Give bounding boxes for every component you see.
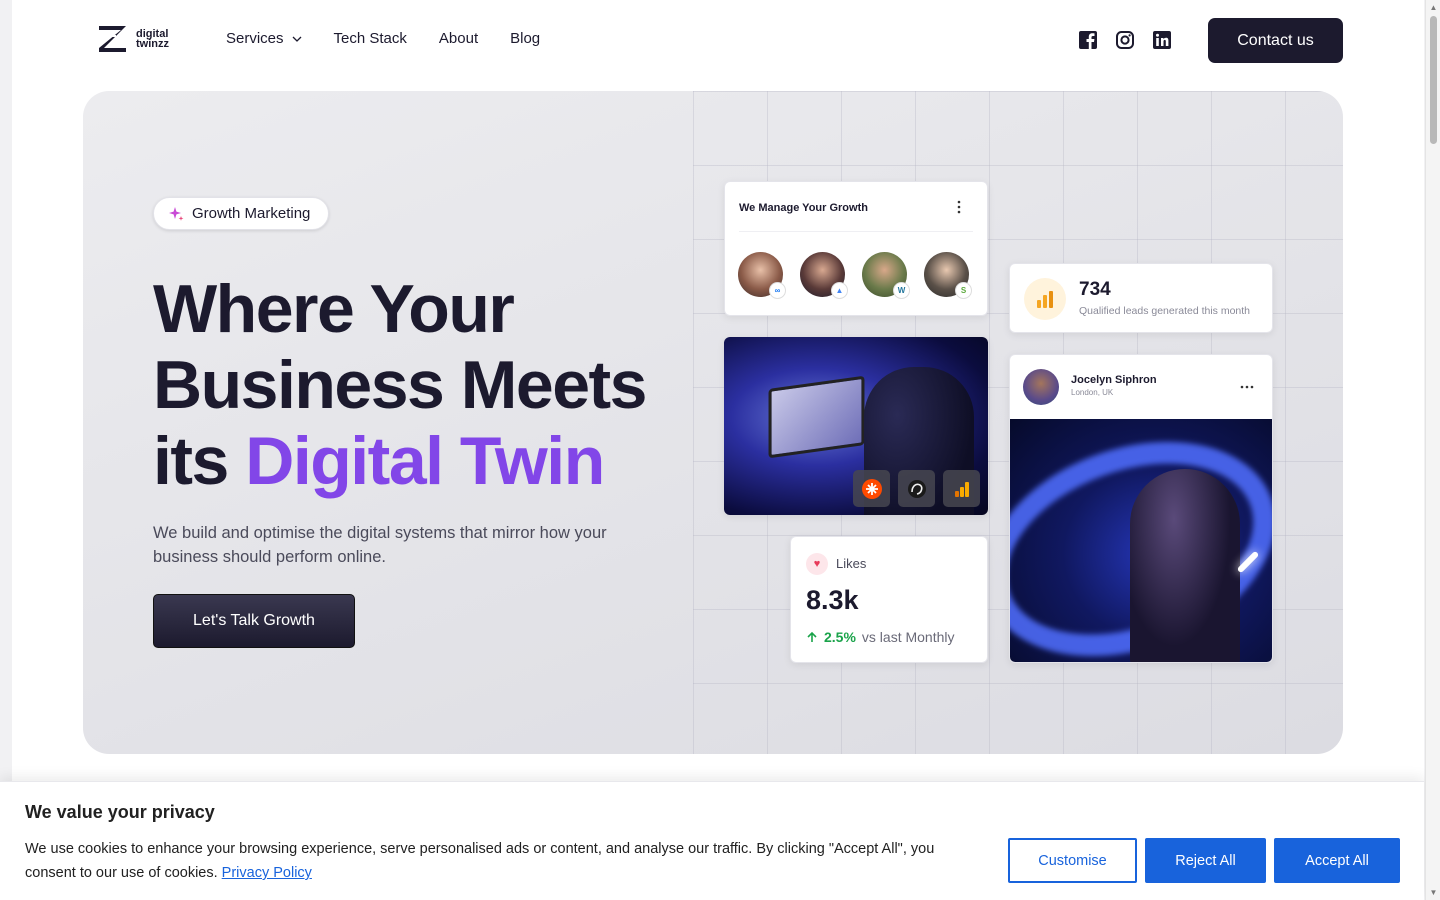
sparkle-icon [169, 206, 184, 221]
instagram-icon[interactable] [1115, 30, 1135, 50]
cookie-text: We use cookies to enhance your browsing … [25, 837, 985, 885]
linkedin-icon[interactable] [1152, 30, 1172, 50]
google-analytics-icon [943, 470, 980, 507]
facebook-icon[interactable] [1078, 30, 1098, 50]
leads-label: Qualified leads generated this month [1079, 305, 1251, 317]
leads-card: 734 Qualified leads generated this month [1009, 263, 1273, 333]
main-nav: Services Tech Stack About Blog [226, 30, 540, 47]
hero-headline: Where Your Business Meets its Digital Tw… [153, 271, 713, 499]
manage-growth-card: We Manage Your Growth ∞ ▲ W S [724, 181, 988, 316]
workspace-photo-card [724, 337, 988, 515]
contact-us-button[interactable]: Contact us [1208, 18, 1343, 63]
headline-accent: Digital Twin [245, 423, 605, 499]
logo-text: digital twinzz [136, 29, 169, 50]
scroll-up-arrow-icon[interactable]: ▲ [1429, 3, 1438, 12]
shopify-icon: S [955, 282, 972, 299]
chevron-down-icon [292, 36, 301, 42]
logo-line2: twinzz [136, 38, 169, 50]
nav-about-label: About [438, 30, 479, 47]
leads-value: 734 [1079, 279, 1111, 300]
likes-change: 2.5% vs last Monthly [806, 629, 955, 645]
google-ads-icon: ▲ [831, 282, 848, 299]
logo-mark-icon [99, 26, 126, 52]
growth-marketing-badge: Growth Marketing [153, 197, 330, 230]
badge-label: Growth Marketing [192, 205, 311, 222]
likes-change-pct: 2.5% [824, 629, 856, 645]
heart-icon: ♥ [806, 553, 828, 575]
reject-all-button[interactable]: Reject All [1145, 838, 1266, 883]
likes-card: ♥ Likes 8.3k 2.5% vs last Monthly [790, 536, 988, 663]
avatar [1023, 369, 1059, 405]
avatar: ▲ [800, 252, 848, 299]
tool-icons [853, 470, 980, 507]
person-silhouette [1130, 469, 1240, 662]
nav-tech-stack-label: Tech Stack [333, 30, 407, 47]
hero-section: Growth Marketing Where Your Business Mee… [83, 91, 1343, 754]
likes-value: 8.3k [806, 585, 859, 615]
profile-photo [1010, 419, 1272, 662]
nav-tech-stack[interactable]: Tech Stack [334, 30, 407, 47]
laptop-image [768, 375, 865, 459]
headline-line3-plain: its [153, 423, 246, 499]
likes-change-suffix: vs last Monthly [861, 629, 955, 645]
nav-services-label: Services [226, 30, 284, 47]
profile-card: Jocelyn Siphron London, UK [1009, 354, 1273, 663]
avatar: S [924, 252, 972, 299]
cookie-title: We value your privacy [25, 802, 215, 822]
headline-line2: Business Meets [153, 347, 647, 423]
zapier-icon [853, 470, 890, 507]
wordpress-icon: W [893, 282, 910, 299]
profile-name: Jocelyn Siphron [1071, 374, 1157, 386]
headline-line1: Where Your [153, 271, 515, 347]
mailchimp-icon [898, 470, 935, 507]
scrollbar-thumb[interactable] [1430, 16, 1437, 144]
nav-services[interactable]: Services [226, 30, 302, 47]
accept-all-button[interactable]: Accept All [1274, 838, 1400, 883]
page: digital twinzz Services Tech Stack About… [12, 0, 1424, 900]
cookie-body: We use cookies to enhance your browsing … [25, 841, 935, 881]
more-vertical-icon[interactable] [957, 200, 961, 214]
avatar: W [862, 252, 910, 299]
meta-icon: ∞ [769, 282, 786, 299]
likes-label: Likes [836, 556, 867, 571]
manage-card-title: We Manage Your Growth [739, 202, 868, 214]
bar-chart-icon [1024, 278, 1066, 320]
customise-button[interactable]: Customise [1008, 838, 1137, 883]
scroll-down-arrow-icon[interactable]: ▼ [1429, 888, 1438, 897]
arrow-up-icon [807, 631, 817, 642]
lets-talk-growth-button[interactable]: Let's Talk Growth [153, 594, 355, 648]
more-horizontal-icon[interactable] [1240, 385, 1254, 389]
nav-blog-label: Blog [510, 30, 541, 47]
nav-about[interactable]: About [439, 30, 478, 47]
hero-subtext: We build and optimise the digital system… [153, 524, 607, 566]
scrollbar[interactable]: ▲ ▼ [1425, 0, 1440, 900]
avatar: ∞ [738, 252, 786, 299]
logo[interactable]: digital twinzz [96, 22, 169, 56]
privacy-policy-link[interactable]: Privacy Policy [222, 865, 312, 881]
avatar-row: ∞ ▲ W S [738, 252, 972, 299]
nav-blog[interactable]: Blog [510, 30, 540, 47]
divider [739, 231, 973, 232]
social-links [1078, 30, 1172, 50]
cookie-banner: We value your privacy We use cookies to … [0, 781, 1424, 900]
profile-location: London, UK [1071, 388, 1114, 397]
